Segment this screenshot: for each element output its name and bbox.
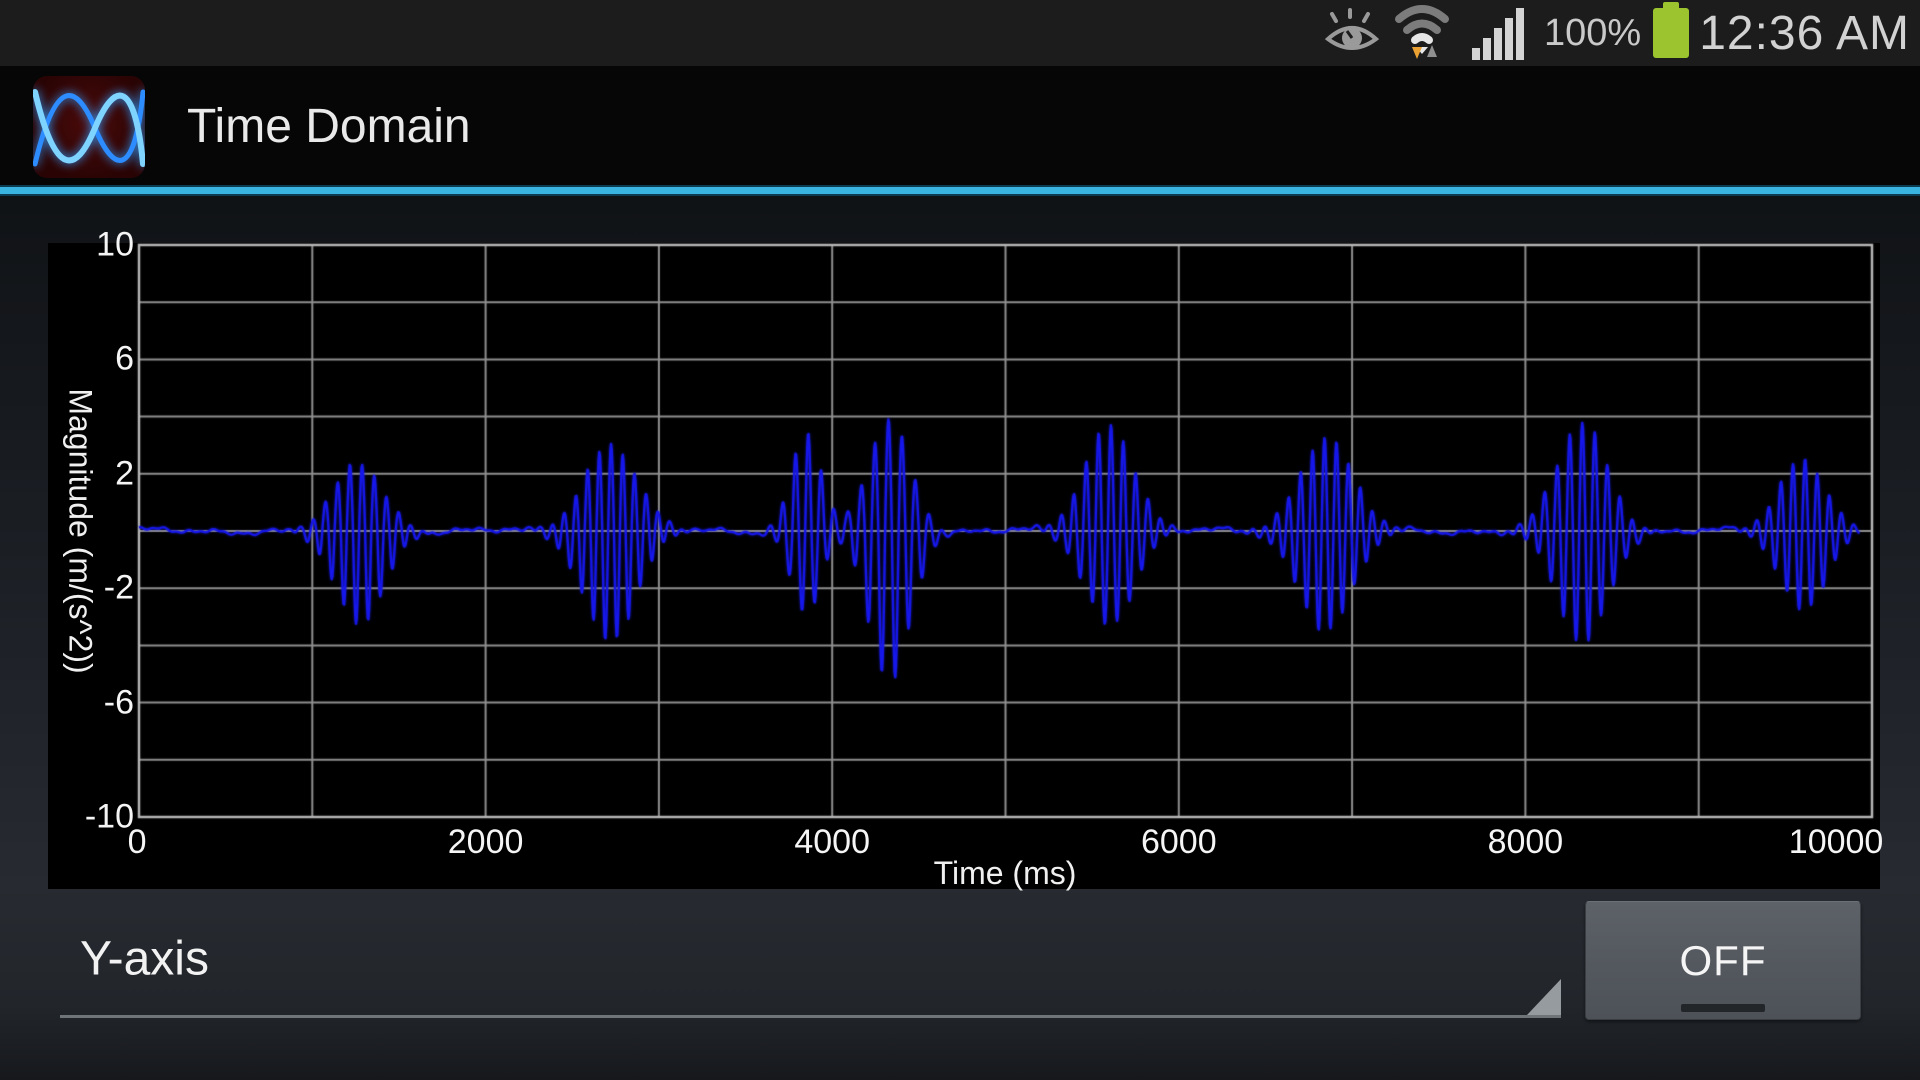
- toggle-button-label: OFF: [1680, 937, 1767, 985]
- status-bar: 100% 12:36 AM: [0, 0, 1920, 66]
- x-tick-label: 2000: [448, 823, 524, 862]
- spinner-selected-value: Y-axis: [80, 932, 209, 987]
- smart-stay-eye-icon: [1324, 7, 1380, 59]
- x-tick-label: 0: [128, 823, 147, 862]
- action-bar: Time Domain: [0, 66, 1920, 187]
- y-tick-label: 6: [52, 340, 134, 379]
- x-axis-title: Time (ms): [934, 855, 1077, 892]
- android-screen: 100% 12:36 AM Time Domain 1062-2-6-10 02…: [0, 0, 1920, 1080]
- accent-divider: [0, 187, 1920, 194]
- time-domain-plot: 1062-2-6-10 0200040006000800010000 Magni…: [48, 243, 1880, 889]
- y-tick-label: -6: [52, 683, 134, 722]
- spinner-dropdown-triangle-icon: [1527, 979, 1561, 1015]
- y-axis-title: Magnitude (m/(s^2)): [62, 388, 99, 673]
- x-tick-label: 6000: [1141, 823, 1217, 862]
- x-tick-label: 8000: [1488, 823, 1564, 862]
- waveform-canvas: [48, 243, 1880, 889]
- y-tick-label: -10: [52, 798, 134, 837]
- wifi-icon: [1394, 5, 1456, 61]
- y-tick-label: 10: [52, 226, 134, 265]
- battery-icon: [1653, 8, 1689, 58]
- clock-label: 12:36 AM: [1699, 6, 1910, 61]
- x-tick-label: 10000: [1789, 823, 1884, 862]
- cell-signal-icon: [1470, 6, 1530, 60]
- app-icon: [33, 76, 145, 178]
- x-tick-label: 4000: [794, 823, 870, 862]
- spinner-underline: [60, 1015, 1561, 1018]
- page-title: Time Domain: [187, 99, 471, 154]
- plot-onoff-toggle-button[interactable]: OFF: [1585, 901, 1861, 1020]
- battery-percent-label: 100%: [1544, 12, 1641, 55]
- toggle-state-indicator: [1681, 1004, 1765, 1012]
- y-axis-spinner[interactable]: Y-axis: [60, 900, 1561, 1018]
